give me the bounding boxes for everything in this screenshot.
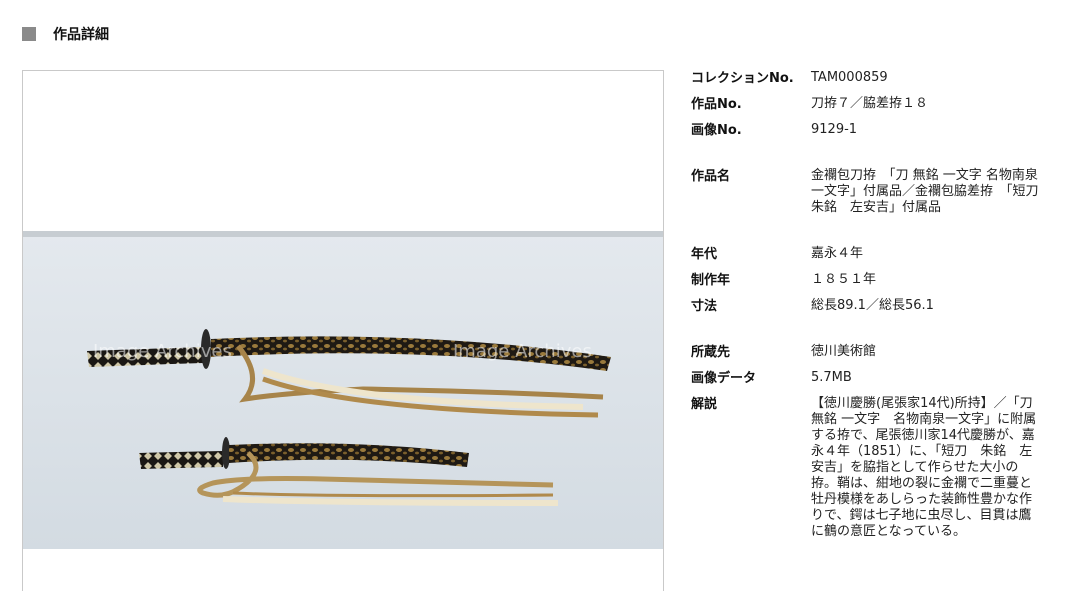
section-header: 作品詳細 <box>22 24 109 44</box>
section-marker-icon <box>22 27 36 41</box>
detail-row-image-data: 画像データ 5.7MB <box>691 370 1041 387</box>
detail-row-owner: 所蔵先 徳川美術館 <box>691 344 1041 361</box>
detail-label: 作品名 <box>691 169 731 184</box>
watermark-text: Image Archives <box>453 341 592 362</box>
detail-label: 寸法 <box>691 299 718 314</box>
detail-value: 9129-1 <box>811 122 858 137</box>
detail-label: 作品No. <box>691 97 742 112</box>
detail-value: TAM000859 <box>811 70 888 85</box>
detail-row-image-no: 画像No. 9129-1 <box>691 122 1041 139</box>
artwork-photo[interactable]: Image Archives Image Archives <box>23 231 663 549</box>
detail-row-work-name: 作品名 金襴包刀拵 「刀 無銘 一文字 名物南泉一文字」付属品／金襴包脇差拵 「… <box>691 168 1052 216</box>
detail-row-work-no: 作品No. 刀拵７／脇差拵１８ <box>691 96 1041 113</box>
detail-label: 所蔵先 <box>691 345 731 360</box>
page-title: 作品詳細 <box>53 27 109 43</box>
detail-value: 5.7MB <box>811 370 852 385</box>
detail-row-collection-no: コレクションNo. TAM000859 <box>691 70 1041 87</box>
detail-value: 嘉永４年 <box>811 246 864 261</box>
detail-label: 年代 <box>691 247 718 262</box>
detail-label: 画像データ <box>691 371 757 386</box>
detail-label: 制作年 <box>691 273 731 288</box>
detail-label: 解説 <box>691 397 718 412</box>
detail-row-dimensions: 寸法 総長89.1／総長56.1 <box>691 298 1041 315</box>
detail-value: 【徳川慶勝(尾張家14代)所持】／「刀 無銘 一文字 名物南泉一文字」に附属する… <box>811 396 1037 539</box>
detail-label: 画像No. <box>691 123 742 138</box>
artwork-image-frame: Image Archives Image Archives <box>22 70 664 591</box>
detail-label: コレクションNo. <box>691 71 794 86</box>
detail-row-era: 年代 嘉永４年 <box>691 246 1041 263</box>
detail-value: 徳川美術館 <box>811 344 877 359</box>
detail-row-commentary: 解説 【徳川慶勝(尾張家14代)所持】／「刀 無銘 一文字 名物南泉一文字」に附… <box>691 396 1041 540</box>
detail-value: １８５１年 <box>811 272 877 287</box>
detail-value: 刀拵７／脇差拵１８ <box>811 96 929 111</box>
detail-value: 金襴包刀拵 「刀 無銘 一文字 名物南泉一文字」付属品／金襴包脇差拵 「短刀 朱… <box>811 168 1052 215</box>
detail-value: 総長89.1／総長56.1 <box>811 298 934 313</box>
detail-row-year: 制作年 １８５１年 <box>691 272 1041 289</box>
watermark-text: Image Archives <box>93 341 232 362</box>
